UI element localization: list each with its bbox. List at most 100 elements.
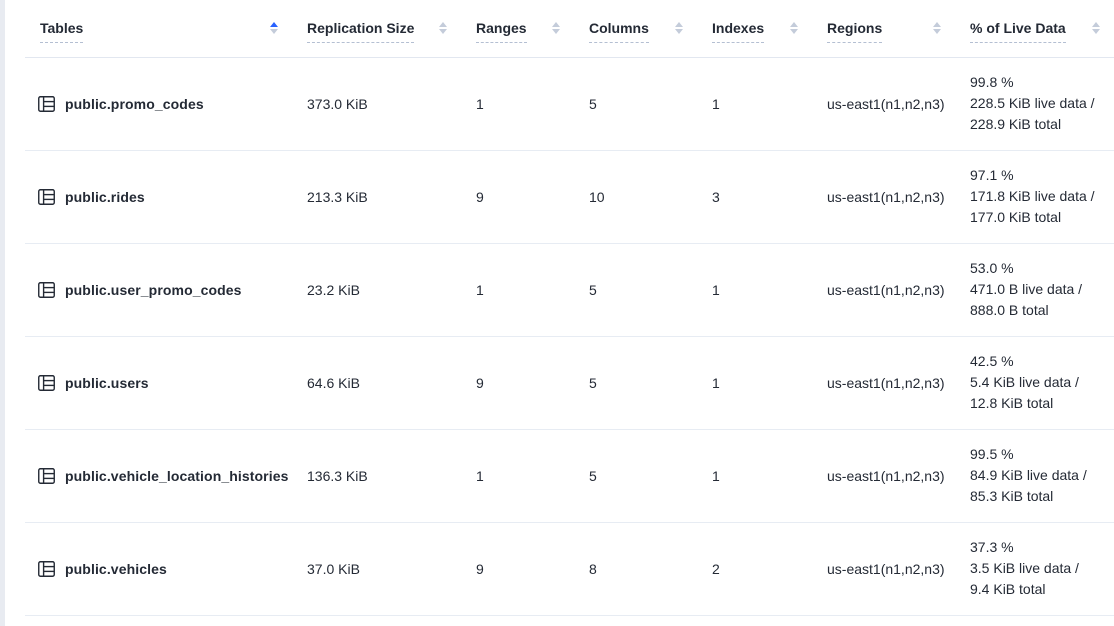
live-data-cell: 37.3 % 3.5 KiB live data / 9.4 KiB total: [955, 522, 1114, 615]
columns-cell: 10: [574, 150, 697, 243]
live-data-cell: 99.8 % 228.5 KiB live data / 228.9 KiB t…: [955, 57, 1114, 150]
live-data-total: 228.9 KiB total: [970, 114, 1108, 135]
table-name-link[interactable]: public.vehicles: [65, 561, 167, 577]
regions-cell: us-east1(n1,n2,n3): [812, 336, 955, 429]
column-header-regions[interactable]: Regions: [812, 0, 955, 57]
live-data-percent: 42.5 %: [970, 351, 1108, 372]
table-name-link[interactable]: public.users: [65, 375, 149, 391]
live-data-amount: 171.8 KiB live data /: [970, 186, 1108, 207]
table-row: public.promo_codes 373.0 KiB 1 5 1 us-ea…: [25, 57, 1114, 150]
regions-value: us-east1(n1,n2,n3): [827, 96, 945, 112]
table-row: public.vehicle_location_histories 136.3 …: [25, 429, 1114, 522]
live-data-amount: 3.5 KiB live data /: [970, 558, 1108, 579]
regions-cell: us-east1(n1,n2,n3): [812, 150, 955, 243]
table-name-cell: public.users: [25, 336, 292, 429]
sort-icon: [675, 22, 683, 34]
sort-icon: [439, 22, 447, 34]
indexes-cell: 1: [697, 336, 812, 429]
sort-icon: [552, 22, 560, 34]
indexes-cell: 3: [697, 150, 812, 243]
column-header-live-data[interactable]: % of Live Data: [955, 0, 1114, 57]
replication-size-cell: 213.3 KiB: [292, 150, 461, 243]
live-data-percent: 99.8 %: [970, 72, 1108, 93]
column-label-replication-size: Replication Size: [307, 20, 414, 43]
column-header-replication-size[interactable]: Replication Size: [292, 0, 461, 57]
table-row: public.user_promo_codes 23.2 KiB 1 5 1 u…: [25, 243, 1114, 336]
columns-cell: 5: [574, 243, 697, 336]
live-data-cell: 99.5 % 84.9 KiB live data / 85.3 KiB tot…: [955, 429, 1114, 522]
ranges-cell: 1: [461, 243, 574, 336]
regions-value: us-east1(n1,n2,n3): [827, 561, 945, 577]
regions-cell: us-east1(n1,n2,n3): [812, 57, 955, 150]
live-data-cell: 53.0 % 471.0 B live data / 888.0 B total: [955, 243, 1114, 336]
column-header-columns[interactable]: Columns: [574, 0, 697, 57]
table-grid-icon: [38, 189, 55, 205]
indexes-cell: 1: [697, 243, 812, 336]
tables-page: Tables Replication Size Ranges: [0, 0, 1114, 626]
columns-cell: 5: [574, 336, 697, 429]
indexes-cell: 1: [697, 429, 812, 522]
table-body: public.promo_codes 373.0 KiB 1 5 1 us-ea…: [25, 57, 1114, 615]
column-label-ranges: Ranges: [476, 20, 527, 43]
replication-size-cell: 373.0 KiB: [292, 57, 461, 150]
live-data-amount: 471.0 B live data /: [970, 279, 1108, 300]
live-data-percent: 99.5 %: [970, 444, 1108, 465]
table-grid-icon: [38, 468, 55, 484]
column-label-regions: Regions: [827, 20, 882, 43]
regions-cell: us-east1(n1,n2,n3): [812, 429, 955, 522]
table-grid-icon: [38, 375, 55, 391]
replication-size-cell: 64.6 KiB: [292, 336, 461, 429]
live-data-percent: 97.1 %: [970, 165, 1108, 186]
replication-size-cell: 23.2 KiB: [292, 243, 461, 336]
column-label-indexes: Indexes: [712, 20, 764, 43]
tables-table: Tables Replication Size Ranges: [25, 0, 1114, 616]
columns-cell: 5: [574, 429, 697, 522]
table-name-link[interactable]: public.vehicle_location_histories: [65, 468, 288, 484]
page-left-edge: [0, 0, 5, 626]
live-data-total: 888.0 B total: [970, 300, 1108, 321]
live-data-total: 85.3 KiB total: [970, 486, 1108, 507]
table-name-link[interactable]: public.rides: [65, 189, 145, 205]
live-data-amount: 84.9 KiB live data /: [970, 465, 1108, 486]
table-header: Tables Replication Size Ranges: [25, 0, 1114, 57]
live-data-percent: 37.3 %: [970, 537, 1108, 558]
table-name-link[interactable]: public.promo_codes: [65, 96, 204, 112]
live-data-amount: 5.4 KiB live data /: [970, 372, 1108, 393]
table-row: public.rides 213.3 KiB 9 10 3 us-east1(n…: [25, 150, 1114, 243]
column-label-columns: Columns: [589, 20, 649, 43]
live-data-cell: 97.1 % 171.8 KiB live data / 177.0 KiB t…: [955, 150, 1114, 243]
table-row: public.users 64.6 KiB 9 5 1 us-east1(n1,…: [25, 336, 1114, 429]
table-name-cell: public.rides: [25, 150, 292, 243]
replication-size-cell: 136.3 KiB: [292, 429, 461, 522]
column-header-indexes[interactable]: Indexes: [697, 0, 812, 57]
columns-cell: 5: [574, 57, 697, 150]
indexes-cell: 2: [697, 522, 812, 615]
live-data-total: 177.0 KiB total: [970, 207, 1108, 228]
table-grid-icon: [38, 561, 55, 577]
table-name-cell: public.user_promo_codes: [25, 243, 292, 336]
ranges-cell: 9: [461, 150, 574, 243]
column-label-tables: Tables: [40, 20, 83, 43]
live-data-percent: 53.0 %: [970, 258, 1108, 279]
column-header-ranges[interactable]: Ranges: [461, 0, 574, 57]
regions-cell: us-east1(n1,n2,n3): [812, 522, 955, 615]
table-name-cell: public.promo_codes: [25, 57, 292, 150]
sort-icon: [933, 22, 941, 34]
live-data-total: 9.4 KiB total: [970, 579, 1108, 600]
column-label-live-data: % of Live Data: [970, 20, 1066, 43]
header-row: Tables Replication Size Ranges: [25, 0, 1114, 57]
ranges-cell: 9: [461, 336, 574, 429]
live-data-amount: 228.5 KiB live data /: [970, 93, 1108, 114]
regions-value: us-east1(n1,n2,n3): [827, 282, 945, 298]
regions-cell: us-east1(n1,n2,n3): [812, 243, 955, 336]
table-grid-icon: [38, 96, 55, 112]
table-name-link[interactable]: public.user_promo_codes: [65, 282, 242, 298]
column-header-tables[interactable]: Tables: [25, 0, 292, 57]
regions-value: us-east1(n1,n2,n3): [827, 468, 945, 484]
replication-size-cell: 37.0 KiB: [292, 522, 461, 615]
live-data-total: 12.8 KiB total: [970, 393, 1108, 414]
sort-icon: [1092, 22, 1100, 34]
table-name-cell: public.vehicles: [25, 522, 292, 615]
tables-list-container: Tables Replication Size Ranges: [25, 0, 1114, 616]
regions-value: us-east1(n1,n2,n3): [827, 375, 945, 391]
